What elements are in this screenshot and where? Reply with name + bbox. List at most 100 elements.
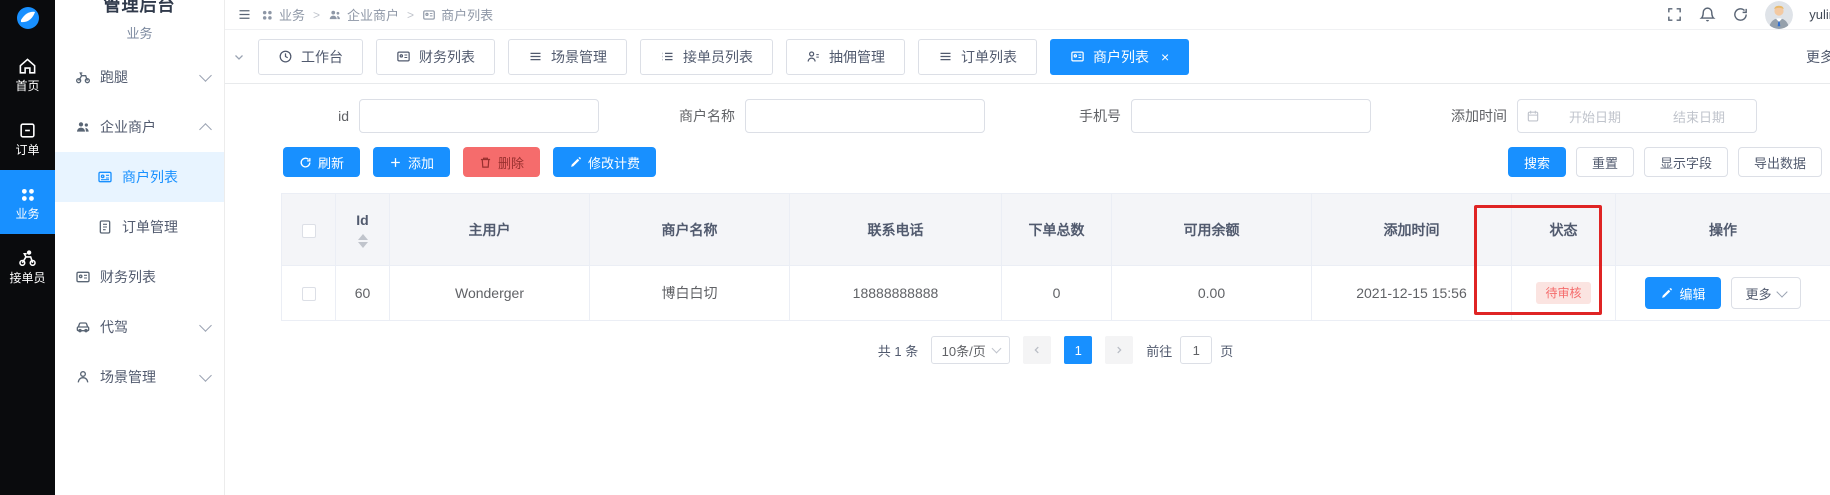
tab-label: 接单员列表: [683, 47, 753, 67]
avatar[interactable]: [1765, 1, 1793, 29]
add-button[interactable]: 添加: [373, 147, 450, 177]
fullscreen-icon[interactable]: [1666, 6, 1683, 23]
export-data-button[interactable]: 导出数据: [1738, 147, 1822, 177]
cell-merchant: 博白白切: [590, 266, 790, 321]
sort-desc-icon[interactable]: [358, 242, 368, 248]
username[interactable]: yulin: [1809, 7, 1830, 22]
refresh-button[interactable]: 刷新: [283, 147, 360, 177]
modify-billing-button[interactable]: 修改计费: [553, 147, 656, 177]
page-number-current[interactable]: 1: [1064, 336, 1092, 364]
toolbar-right: 搜索 重置 显示字段 导出数据: [1508, 147, 1822, 177]
sidebar-item-driving[interactable]: 代驾: [55, 302, 224, 352]
chevron-up-icon: [199, 123, 212, 136]
page-size-select[interactable]: 10条/页: [931, 336, 1010, 364]
tab-merchant-list[interactable]: 商户列表 ×: [1050, 39, 1189, 75]
tab-courier-list[interactable]: 接单员列表: [640, 39, 773, 75]
filter-id-input[interactable]: [359, 99, 599, 133]
breadcrumb-item-merchant-list[interactable]: 商户列表: [422, 5, 493, 24]
filter-form: id 商户名称 手机号 添加时间 开始日期 结束日期: [225, 84, 1830, 133]
tab-workbench[interactable]: 工作台: [258, 39, 363, 75]
home-icon: [18, 57, 37, 76]
toolbar: 刷新 添加 删除 修改计费 搜索 重置 显示字段 导出数: [225, 147, 1830, 177]
breadcrumb-item-business[interactable]: 业务: [260, 5, 305, 24]
reset-button[interactable]: 重置: [1576, 147, 1634, 177]
status-badge: 待审核: [1536, 282, 1590, 304]
list-dots-icon: [660, 49, 675, 64]
sidebar-item-enterprise-merchant[interactable]: 企业商户: [55, 102, 224, 152]
app-logo-icon: [13, 4, 43, 32]
refresh-icon: [299, 156, 312, 169]
header-status: 状态: [1512, 194, 1616, 266]
tab-commission-management[interactable]: 抽佣管理: [786, 39, 905, 75]
breadcrumb-item-enterprise-merchant[interactable]: 企业商户: [328, 5, 399, 24]
rail-item-business[interactable]: 业务: [0, 170, 55, 234]
sidebar-subtitle: 业务: [55, 23, 224, 42]
filter-merchant-input[interactable]: [745, 99, 985, 133]
filter-id-label: id: [273, 108, 359, 124]
button-label: 添加: [408, 153, 434, 172]
tab-scene-management[interactable]: 场景管理: [508, 39, 627, 75]
filter-time-label: 添加时间: [1431, 106, 1517, 126]
avatar-image: [1765, 1, 1793, 29]
sidebar-item-merchant-list[interactable]: 商户列表: [55, 152, 224, 202]
grid-icon: [260, 8, 274, 22]
sidebar-item-order-management[interactable]: 订单管理: [55, 202, 224, 252]
bell-icon[interactable]: [1699, 6, 1716, 23]
chevron-down-icon: [199, 369, 212, 382]
filter-add-time: 添加时间 开始日期 结束日期: [1431, 99, 1757, 133]
tab-order-list[interactable]: 订单列表: [918, 39, 1037, 75]
tab-finance-list[interactable]: 财务列表: [376, 39, 495, 75]
card-icon: [1070, 49, 1085, 64]
order-icon: [18, 121, 37, 140]
table-header-row: Id 主用户 商户名称 联系电话 下单总数 可用余额 添加时间 状态: [282, 194, 1830, 266]
select-all-checkbox[interactable]: [302, 224, 316, 238]
date-range-picker[interactable]: 开始日期 结束日期: [1517, 99, 1757, 133]
next-page-button[interactable]: [1105, 336, 1133, 364]
tab-label: 工作台: [301, 47, 343, 67]
show-fields-button[interactable]: 显示字段: [1644, 147, 1728, 177]
tab-label: 订单列表: [961, 47, 1017, 67]
filter-phone-label: 手机号: [1045, 106, 1131, 126]
filter-phone-input[interactable]: [1131, 99, 1371, 133]
sort-control: [336, 234, 389, 248]
tab-label: 商户列表: [1093, 47, 1149, 67]
document-icon: [97, 219, 113, 235]
person-lines-icon: [806, 49, 821, 64]
sidebar-item-finance-list[interactable]: 财务列表: [55, 252, 224, 302]
search-button[interactable]: 搜索: [1508, 147, 1566, 177]
card-icon: [422, 8, 436, 22]
edit-button[interactable]: 编辑: [1645, 277, 1720, 309]
tab-close-icon[interactable]: ×: [1161, 50, 1169, 64]
row-more-button[interactable]: 更多: [1731, 277, 1801, 309]
rider-icon: [18, 249, 37, 268]
refresh-icon[interactable]: [1732, 6, 1749, 23]
cell-owner: Wonderger: [390, 266, 590, 321]
rail-item-couriers[interactable]: 接单员: [0, 234, 55, 298]
row-checkbox[interactable]: [302, 287, 316, 301]
tabs-collapse-chevron-icon[interactable]: [233, 51, 245, 63]
hamburger-icon[interactable]: [237, 7, 252, 22]
pen-icon: [569, 156, 582, 169]
prev-page-button[interactable]: [1023, 336, 1051, 364]
breadcrumb-label: 企业商户: [347, 5, 399, 24]
filter-merchant-name: 商户名称: [659, 99, 985, 133]
cell-balance: 0.00: [1112, 266, 1312, 321]
tabs-more-button[interactable]: 更多: [1806, 47, 1830, 67]
rail-item-home[interactable]: 首页: [0, 42, 55, 106]
goto-suffix: 页: [1220, 341, 1233, 360]
delete-button[interactable]: 删除: [463, 147, 540, 177]
header-merchant: 商户名称: [590, 194, 790, 266]
rail-item-orders[interactable]: 订单: [0, 106, 55, 170]
sidebar-item-label: 代驾: [100, 317, 128, 337]
rail-item-label: 业务: [15, 208, 39, 220]
sort-asc-icon[interactable]: [358, 234, 368, 240]
sidebar-item-label: 订单管理: [122, 217, 178, 237]
button-label: 更多: [1746, 284, 1772, 303]
goto-page-input[interactable]: [1180, 336, 1212, 364]
header-id: Id: [336, 194, 390, 266]
sidebar-item-label: 跑腿: [100, 67, 128, 87]
cell-created: 2021-12-15 15:56: [1312, 266, 1512, 321]
errand-icon: [75, 69, 91, 85]
sidebar-item-scene-management[interactable]: 场景管理: [55, 352, 224, 402]
sidebar-item-errand[interactable]: 跑腿: [55, 52, 224, 102]
